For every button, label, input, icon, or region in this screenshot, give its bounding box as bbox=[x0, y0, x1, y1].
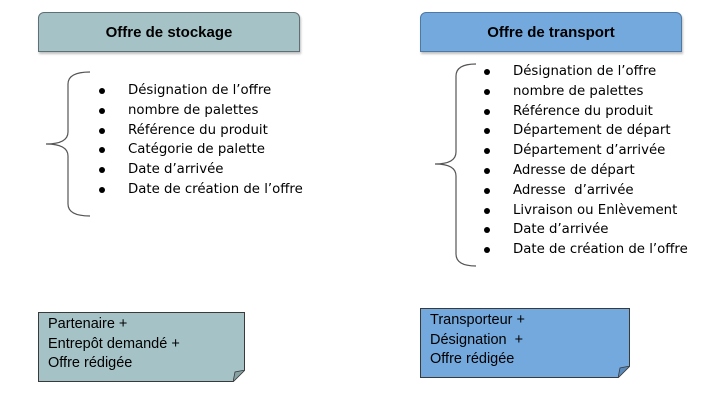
stockage-brace bbox=[45, 71, 91, 217]
stockage-note-line: Offre rédigée bbox=[48, 355, 133, 371]
bullet-icon bbox=[484, 148, 490, 155]
list-item-label: Désignation de l’offre bbox=[128, 83, 272, 98]
bullet-icon bbox=[484, 108, 490, 115]
list-item: Date de création de l’offre bbox=[99, 180, 303, 200]
list-item-label: Livraison ou Enlèvement bbox=[513, 202, 678, 218]
list-item: Livraison ou Enlèvement bbox=[484, 201, 688, 221]
bullet-icon bbox=[484, 227, 490, 234]
list-item-label: Adresse d’arrivée bbox=[513, 182, 634, 198]
transport-offer-title: Offre de transport bbox=[487, 23, 615, 41]
bullet-icon bbox=[99, 107, 105, 114]
list-item: Référence du produit bbox=[99, 121, 303, 141]
bullet-icon bbox=[99, 88, 105, 94]
stockage-offer-title: Offre de stockage bbox=[105, 23, 233, 41]
stockage-field-list: Désignation de l’offre nombre de palette… bbox=[99, 81, 303, 200]
stockage-note-line: Partenaire + bbox=[48, 316, 128, 332]
bullet-icon bbox=[99, 147, 105, 154]
bullet-icon bbox=[484, 128, 490, 135]
list-item-label: Date d’arrivée bbox=[128, 162, 224, 178]
list-item: Date d’arrivée bbox=[484, 220, 688, 240]
list-item-label: Adresse de départ bbox=[513, 162, 635, 178]
list-item-label: nombre de palettes bbox=[128, 102, 259, 118]
list-item-label: Département de départ bbox=[513, 123, 671, 139]
list-item: Désignation de l’offre bbox=[484, 62, 688, 82]
transport-note-line: Désignation + bbox=[430, 331, 524, 348]
list-item: Catégorie de palette bbox=[99, 140, 303, 160]
stockage-note: Partenaire + Entrepôt demandé + Offre ré… bbox=[38, 312, 245, 382]
list-item-label: Date de création de l’offre bbox=[128, 181, 303, 197]
list-item: Désignation de l’offre bbox=[99, 81, 303, 101]
list-item: nombre de palettes bbox=[99, 101, 303, 121]
list-item: Date de création de l’offre bbox=[484, 240, 688, 260]
list-item-label: Date d’arrivée bbox=[513, 222, 609, 238]
list-item: Département de départ bbox=[484, 121, 688, 141]
list-item: Département d’arrivée bbox=[484, 141, 688, 161]
list-item: Référence du produit bbox=[484, 102, 688, 122]
transport-note-line: Transporteur + bbox=[430, 312, 525, 328]
bullet-icon bbox=[99, 167, 105, 174]
transport-note-fold-icon bbox=[618, 366, 630, 378]
list-item-label: Référence du produit bbox=[513, 103, 653, 119]
list-item-label: Référence du produit bbox=[128, 122, 268, 138]
list-item-label: Département d’arrivée bbox=[513, 143, 666, 159]
transport-brace bbox=[434, 63, 477, 267]
list-item-label: Date de création de l’offre bbox=[513, 242, 688, 258]
list-item: Adresse de départ bbox=[484, 161, 688, 181]
list-item: Adresse d’arrivée bbox=[484, 181, 688, 201]
stockage-note-fold-icon bbox=[233, 370, 245, 382]
list-item-label: Désignation de l’offre bbox=[513, 64, 657, 79]
list-item: Date d’arrivée bbox=[99, 160, 303, 180]
bullet-icon bbox=[484, 207, 490, 214]
transport-field-list: Désignation de l’offre nombre de palette… bbox=[484, 62, 688, 260]
transport-note: Transporteur + Désignation + Offre rédig… bbox=[420, 308, 630, 378]
bullet-icon bbox=[484, 247, 490, 254]
bullet-icon bbox=[484, 88, 490, 95]
list-item-label: Catégorie de palette bbox=[128, 142, 265, 158]
bullet-icon bbox=[484, 187, 490, 194]
list-item: nombre de palettes bbox=[484, 82, 688, 102]
bullet-icon bbox=[484, 167, 490, 174]
transport-note-line: Offre rédigée bbox=[430, 351, 515, 367]
transport-offer-header: Offre de transport bbox=[420, 12, 682, 52]
bullet-icon bbox=[484, 69, 490, 75]
bullet-icon bbox=[99, 186, 105, 193]
stockage-offer-header: Offre de stockage bbox=[38, 12, 300, 52]
stockage-note-line: Entrepôt demandé + bbox=[48, 335, 180, 352]
list-item-label: nombre de palettes bbox=[513, 83, 644, 99]
bullet-icon bbox=[99, 127, 105, 134]
